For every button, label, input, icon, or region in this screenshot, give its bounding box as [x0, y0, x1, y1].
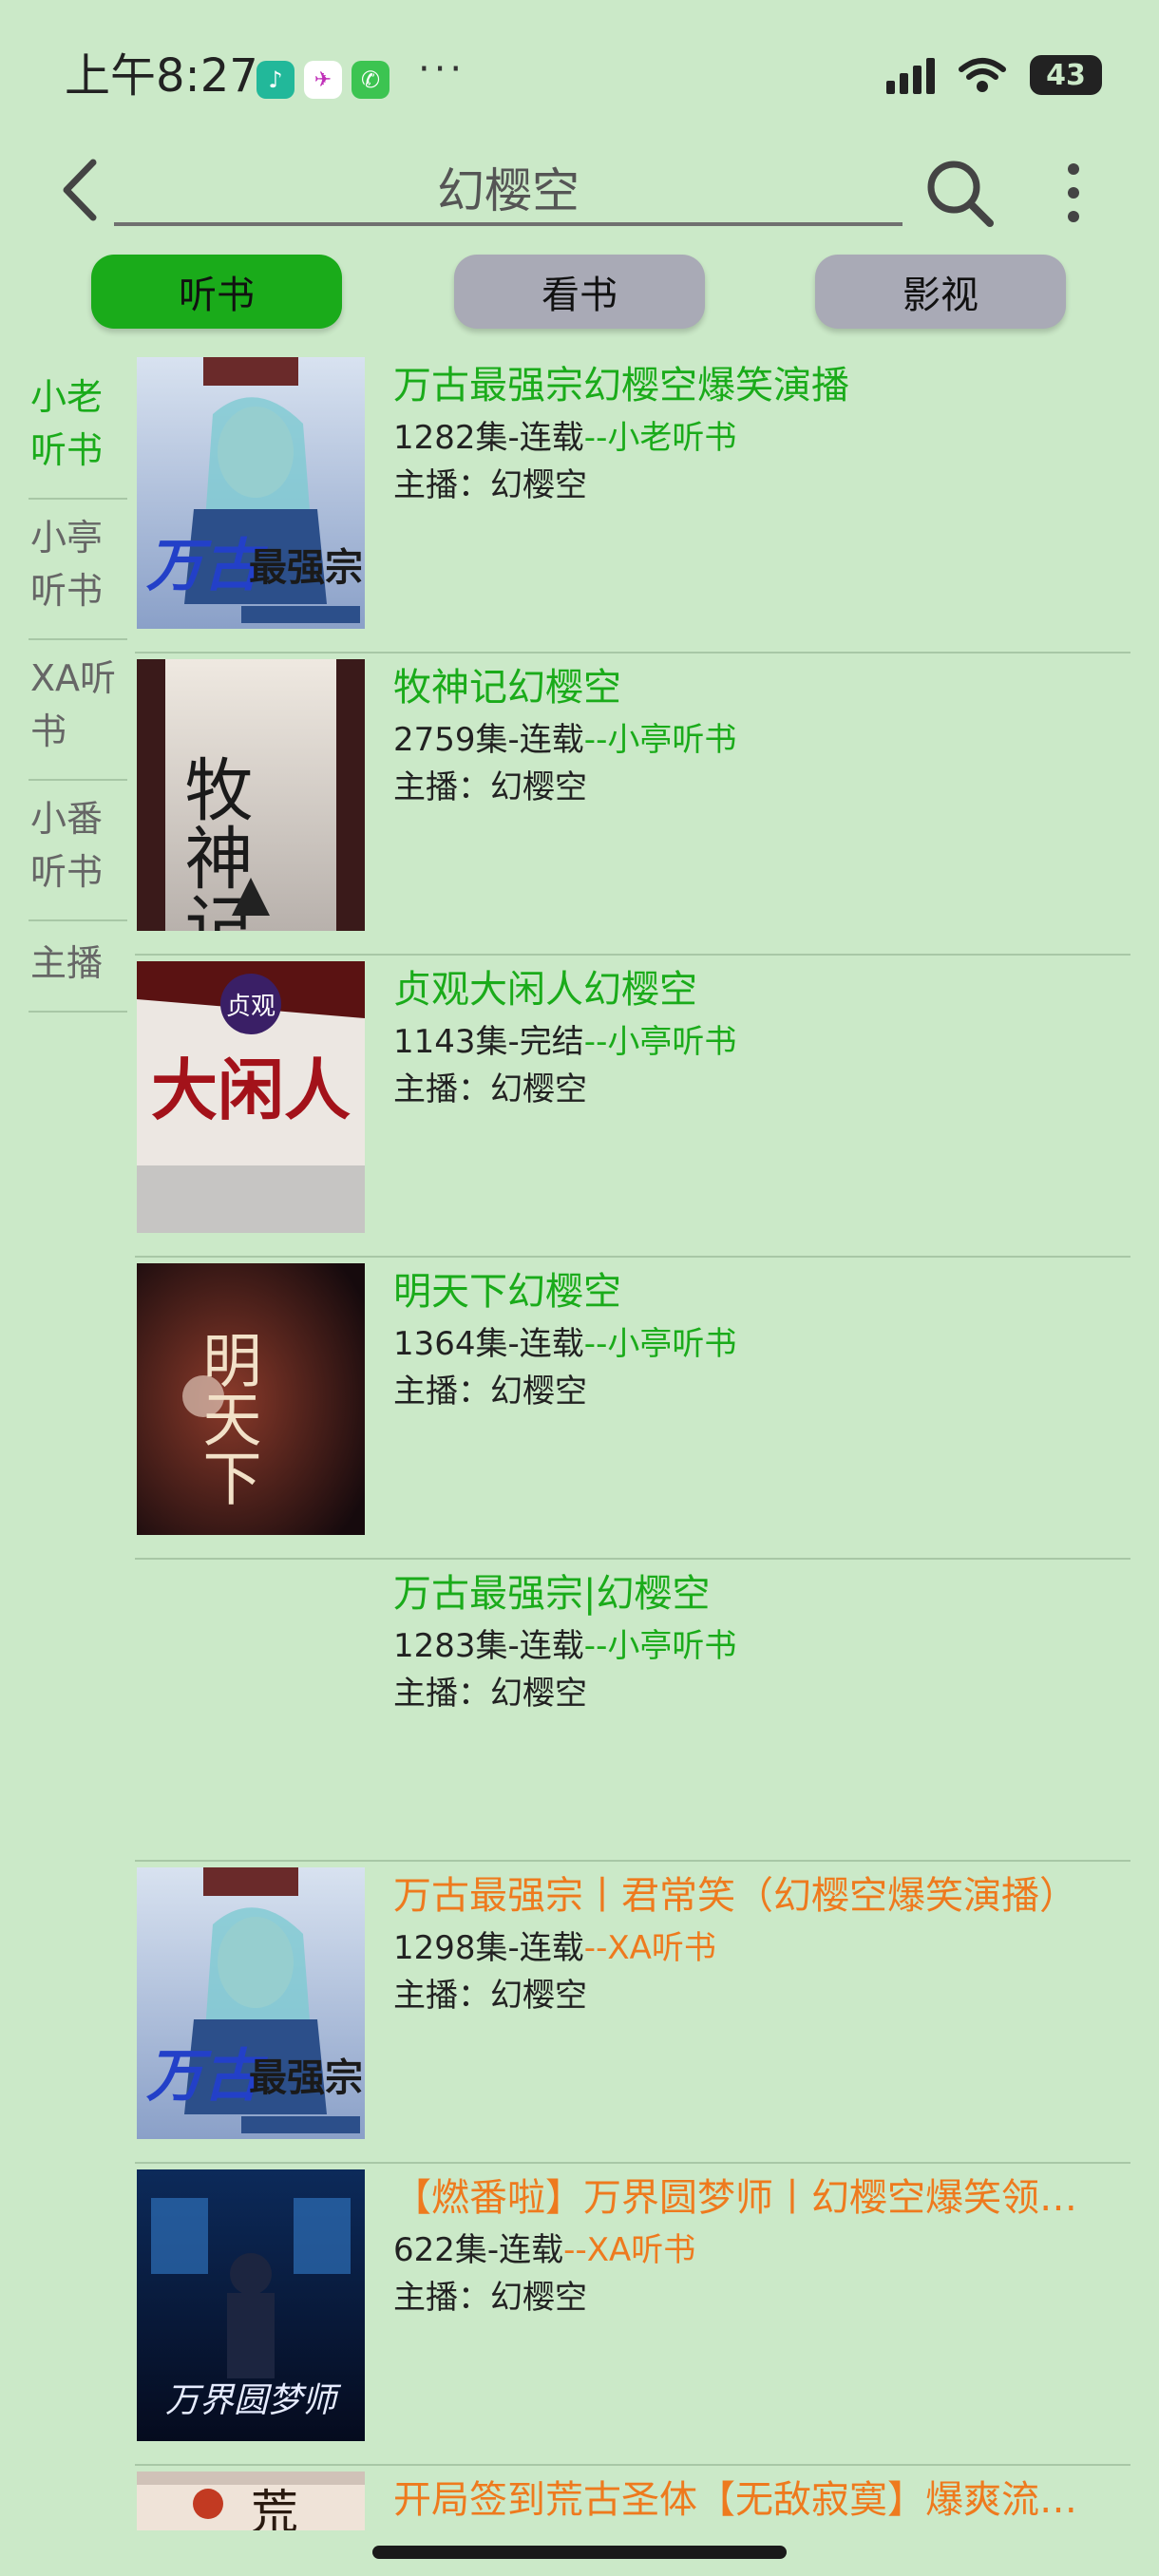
book-host: 主播：幻樱空	[393, 768, 587, 806]
cover-title: 荒	[251, 2485, 298, 2530]
book-title[interactable]: 万古最强宗|幻樱空	[393, 1565, 1125, 1622]
book-host: 主播：幻樱空	[393, 466, 587, 504]
list-item[interactable]: 明天下 明天下幻樱空 1364集-连载--小亭听书 主播：幻樱空	[135, 1258, 1130, 1560]
status-time: 上午8:27	[65, 49, 258, 103]
search-input[interactable]	[114, 152, 902, 226]
app-notification-icon: ✈	[304, 61, 342, 99]
book-episodes: 2759集-连载--小亭听书	[393, 721, 737, 759]
cover-title: 最强宗	[249, 545, 363, 590]
book-host: 主播：幻樱空	[393, 1373, 587, 1411]
book-cover: 贞观 大闲人	[137, 961, 365, 1233]
sidebar-item-xiaolao[interactable]: 小老 听书	[28, 359, 127, 500]
tab-video[interactable]: 影视	[815, 255, 1066, 329]
list-item[interactable]: 万古最强宗|幻樱空 1283集-连载--小亭听书 主播：幻樱空	[135, 1560, 1130, 1862]
book-source: --小亭听书	[583, 1325, 737, 1363]
app-notification-icon: ♪	[256, 61, 294, 99]
book-cover: 万界圆梦师	[137, 2169, 365, 2441]
book-host: 主播：幻樱空	[393, 1675, 587, 1713]
sidebar-item-xiaofan[interactable]: 小番 听书	[28, 781, 127, 921]
home-indicator[interactable]	[372, 2546, 787, 2559]
wifi-icon	[959, 58, 1006, 92]
more-vertical-icon	[1068, 163, 1079, 222]
book-cover: 万古 最强宗	[137, 1867, 365, 2139]
book-episodes: 622集-连载--XA听书	[393, 2231, 696, 2269]
battery-icon: 43	[1030, 55, 1102, 95]
book-source: --XA听书	[583, 1929, 716, 1967]
book-episodes: 1282集-连载--小老听书	[393, 419, 737, 457]
results-list: 万古 最强宗 万古最强宗幻樱空爆笑演播 1282集-连载--小老听书 主播：幻樱…	[135, 351, 1130, 2542]
search-button[interactable]	[917, 150, 1002, 236]
book-title[interactable]: 万古最强宗幻樱空爆笑演播	[393, 357, 1125, 414]
book-title[interactable]: 【燃番啦】万界圆梦师丨幻樱空爆笑领…	[393, 2169, 1125, 2226]
book-cover: 明天下	[137, 1263, 365, 1535]
list-item[interactable]: 万界圆梦师 【燃番啦】万界圆梦师丨幻樱空爆笑领… 622集-连载--XA听书 主…	[135, 2164, 1130, 2466]
status-app-icons: ♪ ✈ ✆	[256, 61, 390, 99]
book-cover: 牧神记	[137, 659, 365, 931]
cover-title: 明天下	[193, 1330, 262, 1506]
book-episodes: 1283集-连载--小亭听书	[393, 1627, 737, 1665]
search-icon	[927, 161, 994, 227]
cover-title: 大闲人	[151, 1051, 351, 1129]
cover-badge: 贞观	[226, 993, 276, 1021]
book-source: --小老听书	[583, 419, 737, 457]
book-source: --XA听书	[563, 2231, 696, 2269]
sidebar-item-xa[interactable]: XA听 书	[28, 640, 127, 781]
sidebar-item-xiaoting[interactable]: 小亭 听书	[28, 500, 127, 640]
book-title[interactable]: 明天下幻樱空	[393, 1263, 1125, 1320]
book-title[interactable]: 开局签到荒古圣体【无敌寂寞】爆爽流…	[393, 2472, 1125, 2529]
book-title[interactable]: 万古最强宗丨君常笑（幻樱空爆笑演播）	[393, 1867, 1125, 1924]
status-more-icon: ···	[418, 47, 466, 91]
list-item[interactable]: 万古 最强宗 万古最强宗幻樱空爆笑演播 1282集-连载--小老听书 主播：幻樱…	[135, 351, 1130, 653]
list-item[interactable]: 牧神记 牧神记幻樱空 2759集-连载--小亭听书 主播：幻樱空	[135, 653, 1130, 956]
book-cover: 荒	[137, 2472, 365, 2530]
book-cover: 万古 最强宗	[137, 357, 365, 629]
book-episodes: 1298集-连载--XA听书	[393, 1929, 716, 1967]
list-item[interactable]: 万古 最强宗 万古最强宗丨君常笑（幻樱空爆笑演播） 1298集-连载--XA听书…	[135, 1862, 1130, 2164]
chevron-left-icon	[63, 159, 97, 221]
book-host: 主播：幻樱空	[393, 1977, 587, 2015]
book-episodes: 1143集-完结--小亭听书	[393, 1023, 737, 1061]
book-source: --小亭听书	[583, 721, 737, 759]
status-bar: 上午8:27 ♪ ✈ ✆ ··· 43	[0, 0, 1159, 142]
battery-level: 43	[1046, 58, 1086, 92]
cover-title: 最强宗	[249, 2055, 363, 2100]
list-item[interactable]: 荒 开局签到荒古圣体【无敌寂寞】爆爽流…	[135, 2466, 1130, 2542]
sidebar-item-host[interactable]: 主播	[28, 921, 127, 1013]
search-bar	[0, 142, 1159, 247]
back-button[interactable]	[43, 152, 119, 228]
signal-icon	[886, 56, 935, 94]
book-title[interactable]: 牧神记幻樱空	[393, 659, 1125, 716]
book-host: 主播：幻樱空	[393, 1070, 587, 1108]
book-title[interactable]: 贞观大闲人幻樱空	[393, 961, 1125, 1018]
wechat-icon: ✆	[352, 61, 390, 99]
more-options-button[interactable]	[1045, 150, 1102, 236]
tab-listen[interactable]: 听书	[91, 255, 342, 329]
list-item[interactable]: 贞观 大闲人 贞观大闲人幻樱空 1143集-完结--小亭听书 主播：幻樱空	[135, 956, 1130, 1258]
tab-read[interactable]: 看书	[454, 255, 705, 329]
source-sidebar: 小老 听书 小亭 听书 XA听 书 小番 听书 主播	[28, 359, 127, 1013]
book-host: 主播：幻樱空	[393, 2279, 587, 2317]
cover-title: 万界圆梦师	[165, 2381, 342, 2420]
book-episodes: 1364集-连载--小亭听书	[393, 1325, 737, 1363]
book-source: --小亭听书	[583, 1627, 737, 1665]
book-source: --小亭听书	[583, 1023, 737, 1061]
status-indicators: 43	[886, 55, 1102, 95]
